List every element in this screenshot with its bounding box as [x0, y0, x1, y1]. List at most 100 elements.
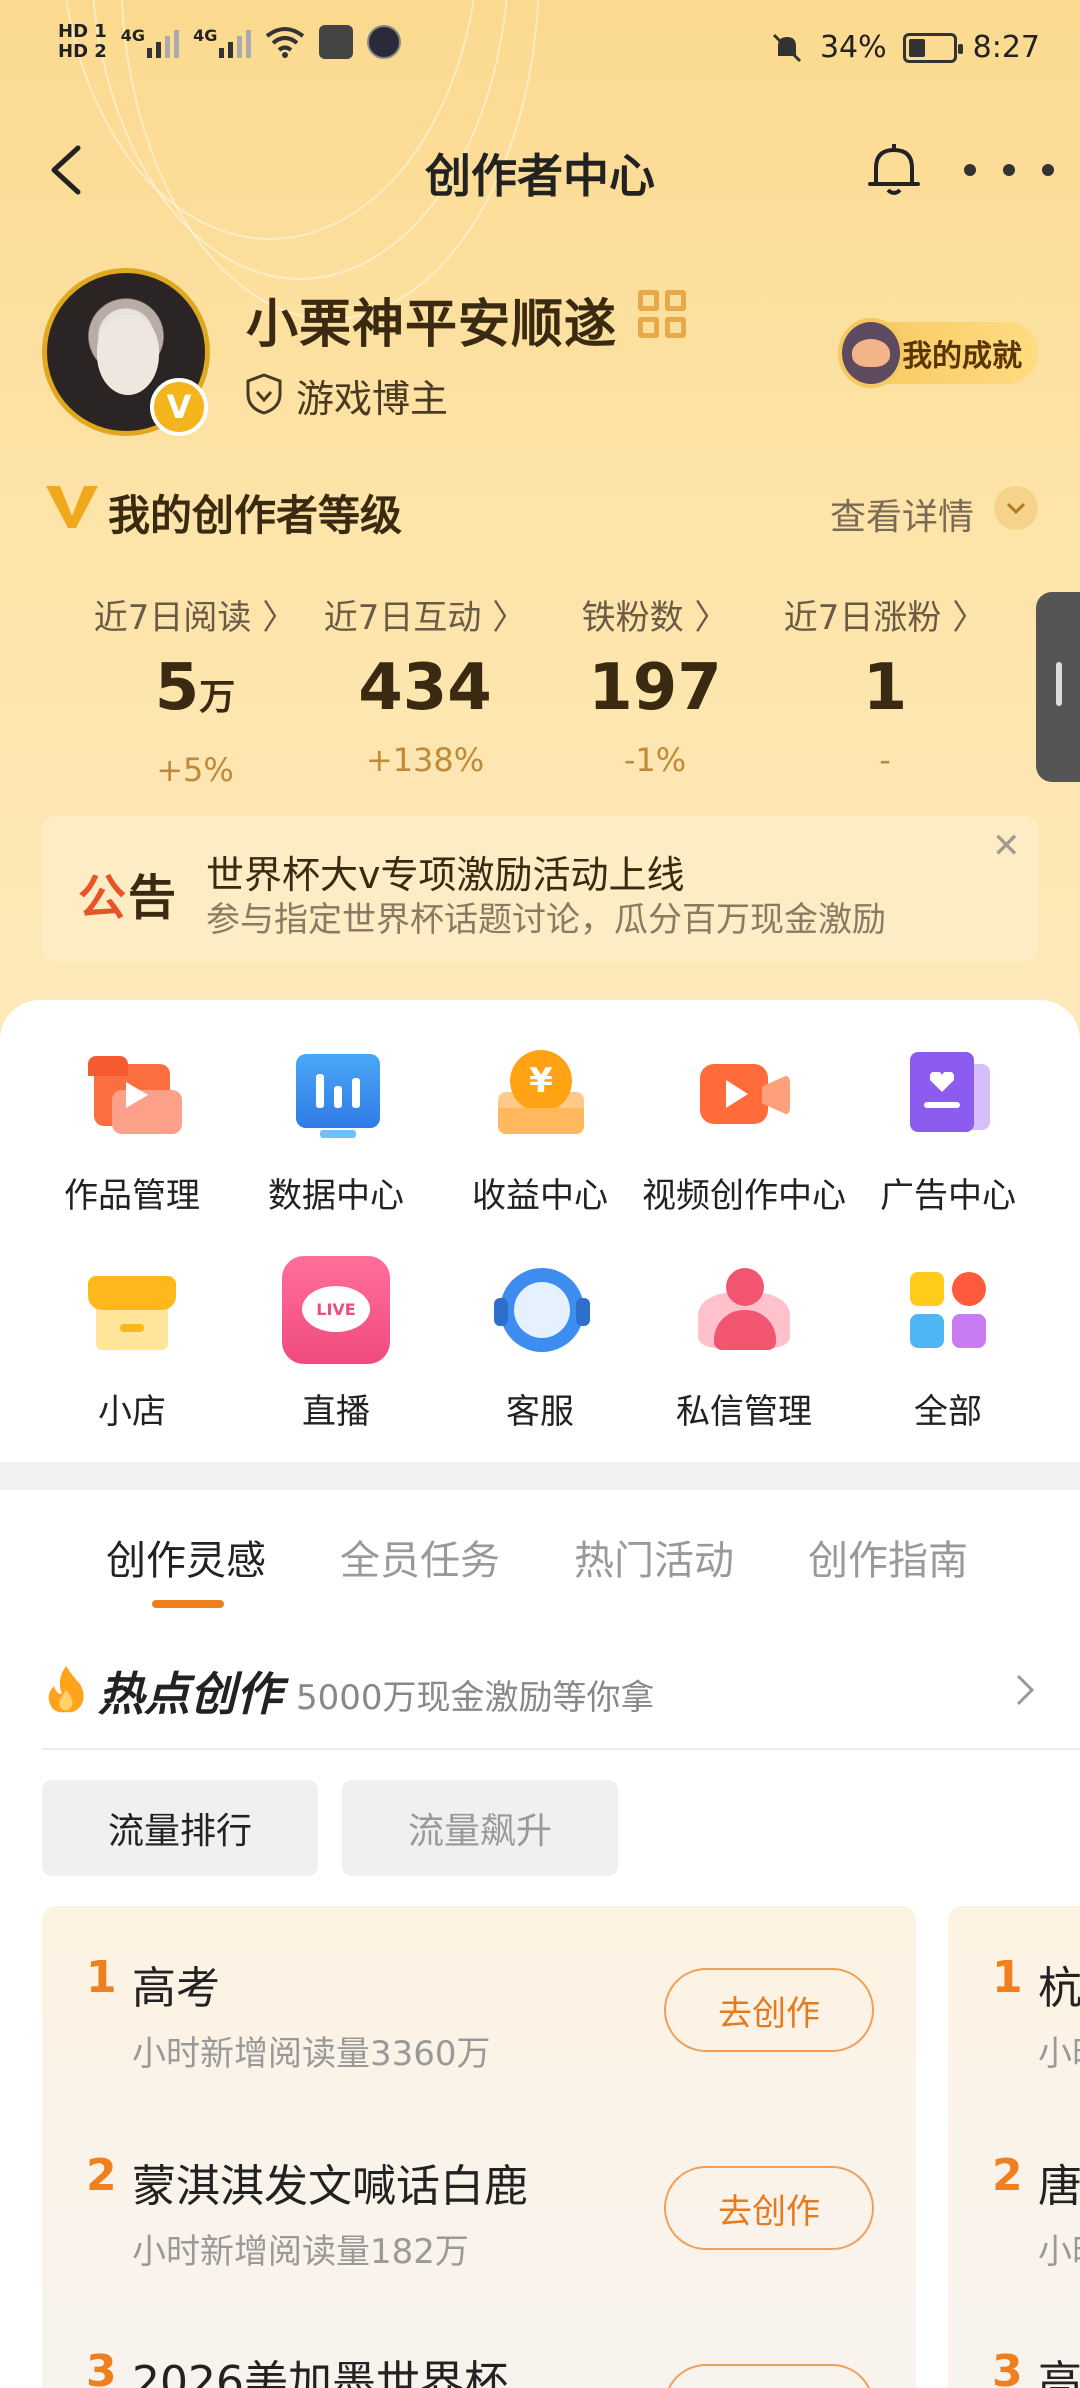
yuan-coin-icon: ¥ — [492, 1046, 588, 1142]
section-divider — [0, 1462, 1080, 1490]
username: 小栗神平安顺遂 — [246, 295, 618, 355]
level-v-icon — [46, 486, 98, 528]
creator-level-title: 我的创作者等级 — [108, 491, 403, 540]
clock: 8:27 — [972, 30, 1040, 65]
grid-item-all[interactable]: 全部 — [840, 1262, 1056, 1433]
chevron-right-icon[interactable] — [1012, 1670, 1040, 1710]
grid-label: 视频创作中心 — [642, 1176, 846, 1216]
all-apps-icon — [900, 1262, 996, 1358]
trending-topic-stat: 小时新增阅读量3360万 — [132, 2034, 491, 2074]
grid-item-service[interactable]: 客服 — [432, 1262, 648, 1433]
announcement-tag: 公告 — [78, 858, 178, 928]
grid-item-messages[interactable]: 私信管理 — [636, 1262, 852, 1433]
live-icon: LIVE — [282, 1256, 390, 1364]
stat-value: 5 — [154, 651, 200, 725]
wifi-icon — [266, 27, 305, 58]
announcement-banner[interactable]: 公告 世界杯大v专项激励活动上线 参与指定世界杯话题讨论，瓜分百万现金激励 ✕ — [42, 816, 1038, 962]
inspiration-tabs: 创作灵感 全员任务 热门活动 创作指南 — [0, 1528, 1080, 1618]
trending-topic-stat: 小时 — [1038, 2034, 1080, 2074]
active-tab-indicator — [152, 1600, 224, 1608]
divider — [42, 1748, 1080, 1750]
close-icon[interactable]: ✕ — [992, 826, 1021, 866]
stat-label: 近7日阅读 〉 — [93, 598, 297, 638]
trending-topic-title[interactable]: 2026美加墨世界杯 — [132, 2346, 508, 2388]
stat-iron-fans[interactable]: 铁粉数 〉 197 -1% — [540, 590, 770, 779]
hd1-label: HD 1 — [58, 21, 107, 42]
grid-label: 全部 — [914, 1392, 982, 1432]
shield-icon — [246, 373, 282, 415]
chevron-down-icon[interactable] — [994, 486, 1038, 530]
works-folder-icon — [84, 1046, 182, 1142]
stat-reads[interactable]: 近7日阅读 〉 5万 +5% — [80, 590, 310, 789]
live-badge-text: LIVE — [302, 1286, 370, 1332]
grid-label: 数据中心 — [268, 1176, 404, 1216]
app-notification-icon — [319, 25, 354, 59]
battery-percent: 34% — [819, 30, 887, 65]
filter-traffic-surge[interactable]: 流量飙升 — [342, 1780, 618, 1876]
trending-list-card-next: 1 杭 小时 2 唐 小时 3 高 — [948, 1906, 1080, 2388]
view-details-link[interactable]: 查看详情 — [830, 488, 974, 540]
floating-side-handle[interactable] — [1036, 592, 1080, 782]
yuan-symbol: ¥ — [510, 1050, 572, 1112]
tab-creation-guide[interactable]: 创作指南 — [808, 1528, 968, 1586]
stat-value: 1 — [862, 651, 908, 725]
trending-topic-title[interactable]: 唐 — [1038, 2150, 1080, 2214]
hot-creation-title: 热点创作 — [98, 1667, 282, 1721]
signal-bars-icon — [219, 26, 252, 58]
grid-label: 收益中心 — [472, 1176, 608, 1216]
trending-list-card: 1 高考 小时新增阅读量3360万 去创作 2 蒙淇淇发文喊话白鹿 小时新增阅读… — [42, 1906, 916, 2388]
sim-indicator: HD 1 HD 2 — [58, 22, 107, 62]
hot-creation-subtitle: 5000万现金激励等你拿 — [296, 1678, 655, 1718]
signal-1: 4G — [121, 26, 180, 58]
grid-item-live[interactable]: LIVE 直播 — [228, 1256, 444, 1433]
qr-code-icon[interactable] — [638, 290, 686, 338]
grid-item-ads[interactable]: 广告中心 — [840, 1046, 1056, 1217]
grid-label: 直播 — [302, 1392, 370, 1432]
grid-item-shop[interactable]: 小店 — [24, 1262, 240, 1433]
go-create-button[interactable] — [664, 2364, 874, 2388]
grid-label: 广告中心 — [880, 1176, 1016, 1216]
announcement-subtitle: 参与指定世界杯话题讨论，瓜分百万现金激励 — [206, 900, 886, 940]
stat-change: +5% — [156, 751, 234, 789]
grid-label: 私信管理 — [676, 1392, 812, 1432]
signal-2: 4G — [193, 26, 252, 58]
my-achievement-button[interactable]: 我的成就 — [838, 318, 1038, 388]
stat-value: 197 — [588, 651, 722, 725]
stat-change: +138% — [365, 741, 485, 779]
achievement-label: 我的成就 — [902, 339, 1022, 374]
trending-topic-title[interactable]: 高 — [1038, 2346, 1080, 2388]
fire-icon — [48, 1666, 84, 1713]
tab-hot-events[interactable]: 热门活动 — [574, 1528, 734, 1586]
trending-topic-title[interactable]: 高考 — [132, 1952, 220, 2016]
bell-icon[interactable] — [862, 138, 926, 202]
achievement-medal-icon — [838, 318, 904, 388]
battery-icon — [902, 32, 963, 63]
video-camera-icon — [696, 1046, 792, 1142]
rank-number: 1 — [86, 1952, 117, 2003]
stat-change: - — [879, 741, 891, 779]
filter-traffic-ranking[interactable]: 流量排行 — [42, 1780, 318, 1876]
trending-topic-title[interactable]: 杭 — [1038, 1952, 1080, 2016]
status-bar: HD 1 HD 2 4G 4G 34% 8:27 — [0, 0, 1080, 110]
hot-creation-header[interactable]: 热点创作 5000万现金激励等你拿 — [0, 1650, 1080, 1750]
trending-topic-title[interactable]: 蒙淇淇发文喊话白鹿 — [132, 2150, 528, 2214]
go-create-button[interactable]: 去创作 — [664, 1968, 874, 2052]
verified-badge: V — [150, 378, 208, 436]
tab-all-tasks[interactable]: 全员任务 — [340, 1528, 500, 1586]
stat-label: 铁粉数 〉 — [581, 598, 729, 638]
trending-topic-stat: 小时新增阅读量182万 — [132, 2232, 469, 2272]
stat-new-fans[interactable]: 近7日涨粉 〉 1 - — [770, 590, 1000, 779]
stat-interactions[interactable]: 近7日互动 〉 434 +138% — [310, 590, 540, 779]
grid-item-video[interactable]: 视频创作中心 — [636, 1046, 852, 1217]
grid-item-works[interactable]: 作品管理 — [24, 1046, 240, 1217]
go-create-button[interactable]: 去创作 — [664, 2166, 874, 2250]
nav-bar: 创作者中心 — [0, 130, 1080, 210]
stat-label: 近7日涨粉 〉 — [783, 598, 987, 638]
data-chart-icon — [288, 1046, 384, 1142]
more-options-icon[interactable] — [964, 140, 1054, 200]
net2-label: 4G — [193, 26, 218, 45]
tab-creative-inspiration[interactable]: 创作灵感 — [106, 1528, 266, 1586]
grid-item-earnings[interactable]: ¥ 收益中心 — [432, 1046, 648, 1217]
hd2-label: HD 2 — [58, 41, 107, 62]
grid-item-data[interactable]: 数据中心 — [228, 1046, 444, 1217]
